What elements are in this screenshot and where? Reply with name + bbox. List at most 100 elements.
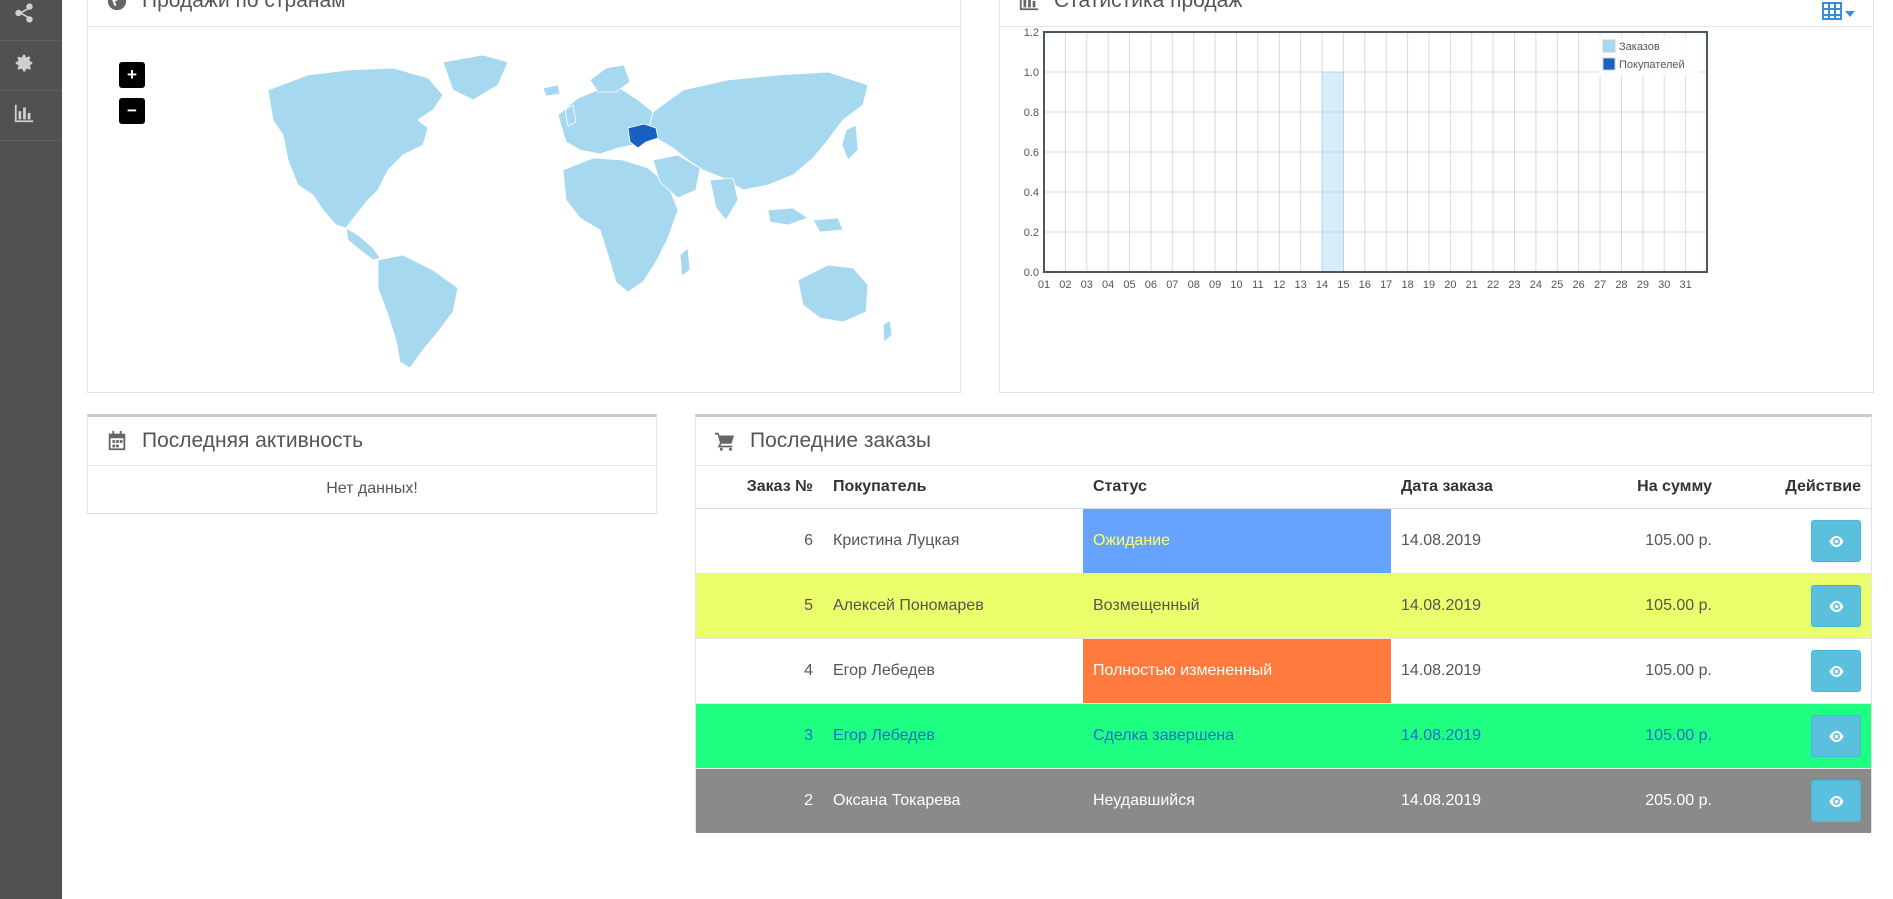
legend-swatch (1602, 57, 1616, 71)
x-tick-label: 31 (1679, 279, 1691, 291)
x-tick-label: 18 (1401, 279, 1413, 291)
x-tick-label: 11 (1252, 279, 1263, 291)
legend-label: Заказов (1619, 41, 1660, 53)
x-tick-label: 28 (1615, 279, 1627, 291)
table-row: 6 Кристина Луцкая Ожидание 14.08.2019 10… (696, 507, 1871, 573)
x-tick-label: 04 (1102, 279, 1114, 291)
panel-title: Продажи по странам (142, 0, 346, 12)
y-tick-label: 1.2 (1024, 27, 1039, 39)
x-tick-label: 23 (1508, 279, 1520, 291)
status-cell: Возмещенный (1083, 572, 1391, 638)
x-tick-label: 22 (1487, 279, 1499, 291)
order-date: 14.08.2019 (1391, 572, 1546, 638)
order-date: 14.08.2019 (1391, 507, 1546, 573)
action-cell (1722, 702, 1871, 768)
panel-title: Статистика продаж (1054, 0, 1243, 12)
order-total: 105.00 р. (1546, 637, 1722, 703)
action-cell (1722, 507, 1871, 573)
y-tick-label: 0.6 (1024, 147, 1039, 159)
order-id: 2 (696, 767, 823, 833)
x-tick-label: 03 (1081, 279, 1093, 291)
column-header[interactable]: Заказ № (696, 466, 823, 509)
table-row: 4 Егор Лебедев Полностью измененный 14.0… (696, 637, 1871, 703)
column-header[interactable]: На сумму (1546, 466, 1722, 509)
panel-header: Последняя активность (88, 417, 656, 466)
y-tick-label: 1.0 (1024, 67, 1039, 79)
panel-header: Продажи по странам (88, 0, 960, 27)
order-total: 105.00 р. (1546, 507, 1722, 573)
chevron-down-icon (1845, 10, 1855, 17)
view-order-button[interactable] (1811, 584, 1861, 627)
eye-icon (1829, 535, 1844, 547)
x-tick-label: 02 (1059, 279, 1071, 291)
column-header: Действие (1722, 466, 1871, 509)
status-cell: Неудавшийся (1083, 767, 1391, 833)
bar-chart-icon (1018, 0, 1040, 12)
empty-message: Нет данных! (326, 480, 418, 497)
view-order-button[interactable] (1811, 519, 1861, 562)
x-tick-label: 06 (1145, 279, 1157, 291)
y-tick-label: 0.2 (1024, 227, 1039, 239)
x-tick-label: 10 (1230, 279, 1242, 291)
globe-icon (106, 0, 128, 12)
order-total: 105.00 р. (1546, 702, 1722, 768)
action-cell (1722, 637, 1871, 703)
table-row: 5 Алексей Пономарев Возмещенный 14.08.20… (696, 572, 1871, 638)
x-tick-label: 17 (1380, 279, 1392, 291)
customer-name: Алексей Пономарев (823, 572, 1083, 638)
order-date: 14.08.2019 (1391, 702, 1546, 768)
x-tick-label: 12 (1273, 279, 1285, 291)
x-tick-label: 09 (1209, 279, 1221, 291)
share-icon[interactable] (13, 2, 35, 24)
sidebar (0, 0, 62, 899)
order-id: 5 (696, 572, 823, 638)
recent-activity-panel: Последняя активность Нет данных! (87, 414, 657, 514)
x-tick-label: 07 (1166, 279, 1178, 291)
table-row: 3 Егор Лебедев Сделка завершена 14.08.20… (696, 702, 1871, 768)
legend-swatch (1602, 39, 1616, 53)
order-id: 4 (696, 637, 823, 703)
order-total: 205.00 р. (1546, 767, 1722, 833)
x-tick-label: 01 (1038, 279, 1050, 291)
panel-title: Последние заказы (750, 429, 931, 452)
world-map[interactable] (228, 50, 908, 370)
calendar-grid-icon (1822, 2, 1842, 25)
x-tick-label: 25 (1551, 279, 1563, 291)
view-order-button[interactable] (1811, 779, 1861, 822)
column-header[interactable]: Покупатель (823, 466, 1083, 509)
view-order-button[interactable] (1811, 649, 1861, 692)
column-header[interactable]: Статус (1083, 466, 1391, 509)
view-order-button[interactable] (1811, 714, 1861, 757)
x-tick-label: 30 (1658, 279, 1670, 291)
x-tick-label: 16 (1359, 279, 1371, 291)
x-tick-label: 05 (1123, 279, 1135, 291)
status-cell: Ожидание (1083, 507, 1391, 573)
zoom-in-button[interactable]: + (119, 62, 145, 88)
order-id: 6 (696, 507, 823, 573)
customer-name: Оксана Токарева (823, 767, 1083, 833)
order-id: 3 (696, 702, 823, 768)
x-tick-label: 29 (1637, 279, 1649, 291)
customer-name: Егор Лебедев (823, 637, 1083, 703)
calendar-icon (106, 430, 128, 452)
panel-header: Статистика продаж (1000, 0, 1873, 27)
x-tick-label: 13 (1295, 279, 1307, 291)
x-tick-label: 27 (1594, 279, 1606, 291)
legend-label: Покупателей (1619, 59, 1685, 71)
sidebar-divider (0, 90, 62, 91)
chart-range-dropdown[interactable] (1822, 2, 1855, 25)
action-cell (1722, 767, 1871, 833)
sidebar-divider (0, 40, 62, 41)
bar-chart-icon[interactable] (13, 102, 35, 124)
customer-name: Егор Лебедев (823, 702, 1083, 768)
eye-icon (1829, 600, 1844, 612)
zoom-out-button[interactable]: − (119, 98, 145, 124)
column-header[interactable]: Дата заказа (1391, 466, 1546, 509)
cart-icon (714, 430, 736, 452)
orders-table: Заказ № Покупатель Статус Дата заказа На… (696, 466, 1871, 833)
order-date: 14.08.2019 (1391, 767, 1546, 833)
sales-chart: 0.0 0.2 0.4 0.6 0.8 1.0 1.2 01 02 03 04 05 06 07 08 09 1… (1024, 27, 1708, 291)
y-tick-label: 0.8 (1024, 107, 1039, 119)
gear-icon[interactable] (13, 52, 35, 74)
chart-bar (1321, 71, 1344, 273)
